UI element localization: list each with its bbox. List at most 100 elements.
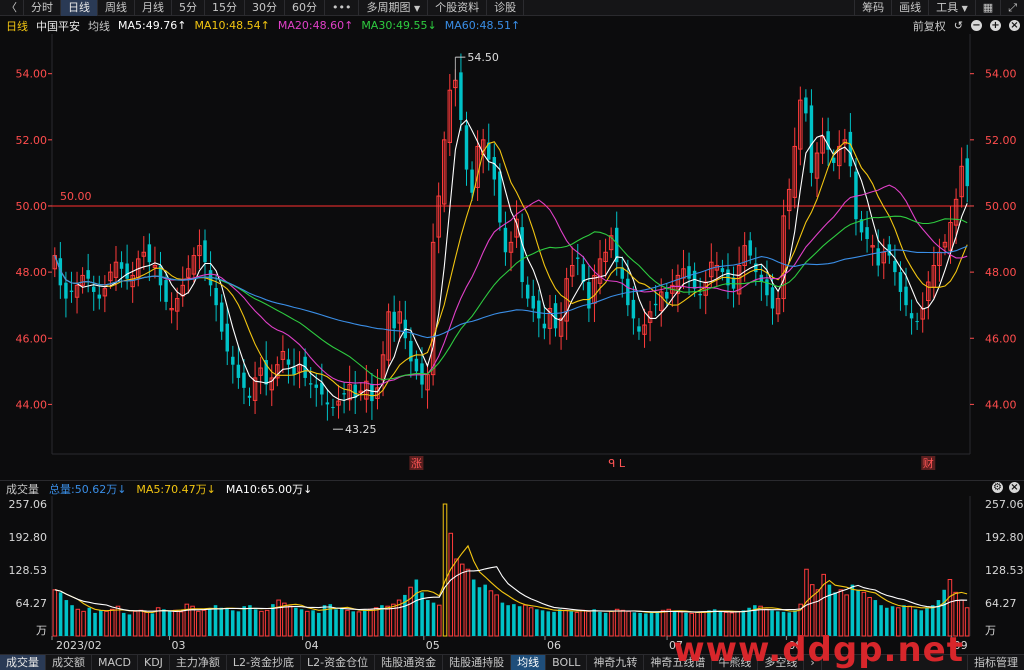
candle	[765, 279, 769, 296]
candle	[542, 323, 547, 329]
volume-bar	[580, 609, 585, 637]
candle	[581, 264, 586, 283]
tab-ma[interactable]: 均线	[511, 654, 547, 670]
volume-bar	[546, 611, 551, 636]
volume-bar	[563, 609, 568, 637]
close-volume-icon[interactable]: ×	[1009, 482, 1020, 493]
candle	[687, 266, 691, 279]
stock-info-button[interactable]: 个股资料	[428, 0, 488, 16]
candle	[809, 105, 814, 173]
volume-bar	[334, 609, 338, 636]
zoom-out-icon[interactable]: −	[971, 20, 982, 31]
draw-line-button[interactable]: 画线	[891, 0, 928, 16]
tools-button[interactable]: 工具 ▼	[928, 0, 975, 16]
multi-period-label: 多周期图	[366, 0, 411, 14]
volume-bar	[448, 532, 454, 637]
volume-bar	[178, 611, 184, 637]
candle	[854, 171, 858, 220]
back-icon[interactable]: 〈	[0, 0, 24, 16]
volume-bar	[598, 611, 602, 636]
volume-bar	[552, 611, 556, 636]
event-marker: 涨	[411, 457, 422, 470]
adjust-mode[interactable]: 前复权	[913, 18, 946, 34]
tab-turnover[interactable]: 成交额	[46, 654, 92, 670]
volume-bar	[603, 612, 608, 636]
event-marker: ᑫ L	[608, 457, 625, 470]
tab-weekly[interactable]: 周线	[98, 0, 135, 16]
candle	[69, 290, 74, 292]
volume-bar	[638, 612, 642, 636]
tab-boll[interactable]: BOLL	[546, 654, 588, 670]
volume-bar	[109, 608, 115, 637]
volume-bar	[356, 611, 362, 637]
tab-magic-nine[interactable]: 神奇九转	[587, 654, 645, 670]
tab-l2-position[interactable]: L2-资金仓位	[301, 654, 376, 670]
volume-bar	[294, 607, 298, 636]
chips-button[interactable]: 筹码	[854, 0, 891, 16]
volume-bar	[299, 609, 304, 636]
candle	[147, 244, 152, 263]
close-chart-icon[interactable]: ×	[1009, 20, 1020, 31]
tab-hk-holding[interactable]: 陆股通持股	[443, 654, 512, 670]
tab-l2-bottom[interactable]: L2-资金抄底	[227, 654, 302, 670]
zoom-in-icon[interactable]: +	[990, 20, 1001, 31]
candle	[770, 287, 775, 309]
candle	[915, 321, 919, 323]
tab-60min[interactable]: 60分	[285, 0, 325, 16]
candle	[247, 395, 252, 398]
more-periods-icon[interactable]: •••	[325, 0, 360, 16]
volume-bar	[517, 606, 522, 636]
candle	[370, 383, 374, 402]
tab-volume[interactable]: 成交量	[0, 654, 46, 670]
tab-15min[interactable]: 15分	[205, 0, 245, 16]
fullscreen-icon[interactable]: ⤢	[1000, 0, 1024, 16]
volume-bar	[345, 609, 350, 637]
candle	[665, 291, 669, 299]
volume-bar	[150, 613, 155, 636]
candle	[525, 284, 530, 299]
volume-bar	[540, 610, 545, 636]
candle	[904, 286, 908, 306]
ma-line-ma20	[54, 184, 968, 386]
volume-bar	[64, 600, 69, 636]
candlestick-chart[interactable]: 44.00 44.00 46.00 46.00 48.00 48.00 50.00 50.00…	[0, 34, 1024, 480]
volume-bar	[87, 607, 92, 636]
volume-bar	[230, 610, 235, 636]
tab-30min[interactable]: 30分	[245, 0, 285, 16]
candle	[893, 260, 897, 273]
tab-main-net[interactable]: 主力净额	[170, 654, 227, 670]
vol-tick-label-right: 257.06	[985, 498, 1024, 511]
tab-intraday[interactable]: 分时	[24, 0, 61, 16]
tab-kdj[interactable]: KDJ	[138, 654, 170, 670]
volume-bar	[225, 608, 229, 636]
volume-bar	[620, 609, 626, 637]
tab-daily[interactable]: 日线	[61, 0, 98, 16]
settings-icon[interactable]: ⚙	[992, 482, 1003, 493]
candle	[831, 157, 836, 163]
ma-label[interactable]: 均线	[88, 18, 110, 34]
tab-monthly[interactable]: 月线	[135, 0, 172, 16]
diagnosis-button[interactable]: 诊股	[487, 0, 525, 16]
volume-bar	[385, 605, 390, 637]
indicator-manage-button[interactable]: 指标管理	[967, 655, 1024, 670]
reset-icon[interactable]: ↺	[954, 19, 963, 32]
volume-bar	[248, 605, 252, 636]
tab-hk-flow[interactable]: 陆股通资金	[375, 654, 444, 670]
volume-bar	[947, 579, 953, 637]
tab-macd[interactable]: MACD	[92, 654, 138, 670]
candle	[308, 383, 313, 385]
ma10-value: MA10:48.54↑	[194, 19, 270, 32]
volume-bar	[276, 599, 281, 637]
volume-bar	[81, 610, 86, 637]
candle	[876, 248, 880, 266]
grid-icon[interactable]: ▦	[974, 0, 1000, 16]
y-tick-label-right: 52.00	[985, 134, 1017, 147]
vol-tick-label-left: 64.27	[16, 597, 48, 610]
tab-5min[interactable]: 5分	[172, 0, 205, 16]
y-tick-label-right: 44.00	[985, 398, 1017, 411]
volume-bar	[574, 611, 580, 637]
multi-period-button[interactable]: 多周期图 ▼	[359, 0, 429, 16]
high-annotation: 54.50	[467, 51, 499, 64]
volume-bar	[414, 579, 419, 636]
volume-bar	[127, 614, 132, 636]
